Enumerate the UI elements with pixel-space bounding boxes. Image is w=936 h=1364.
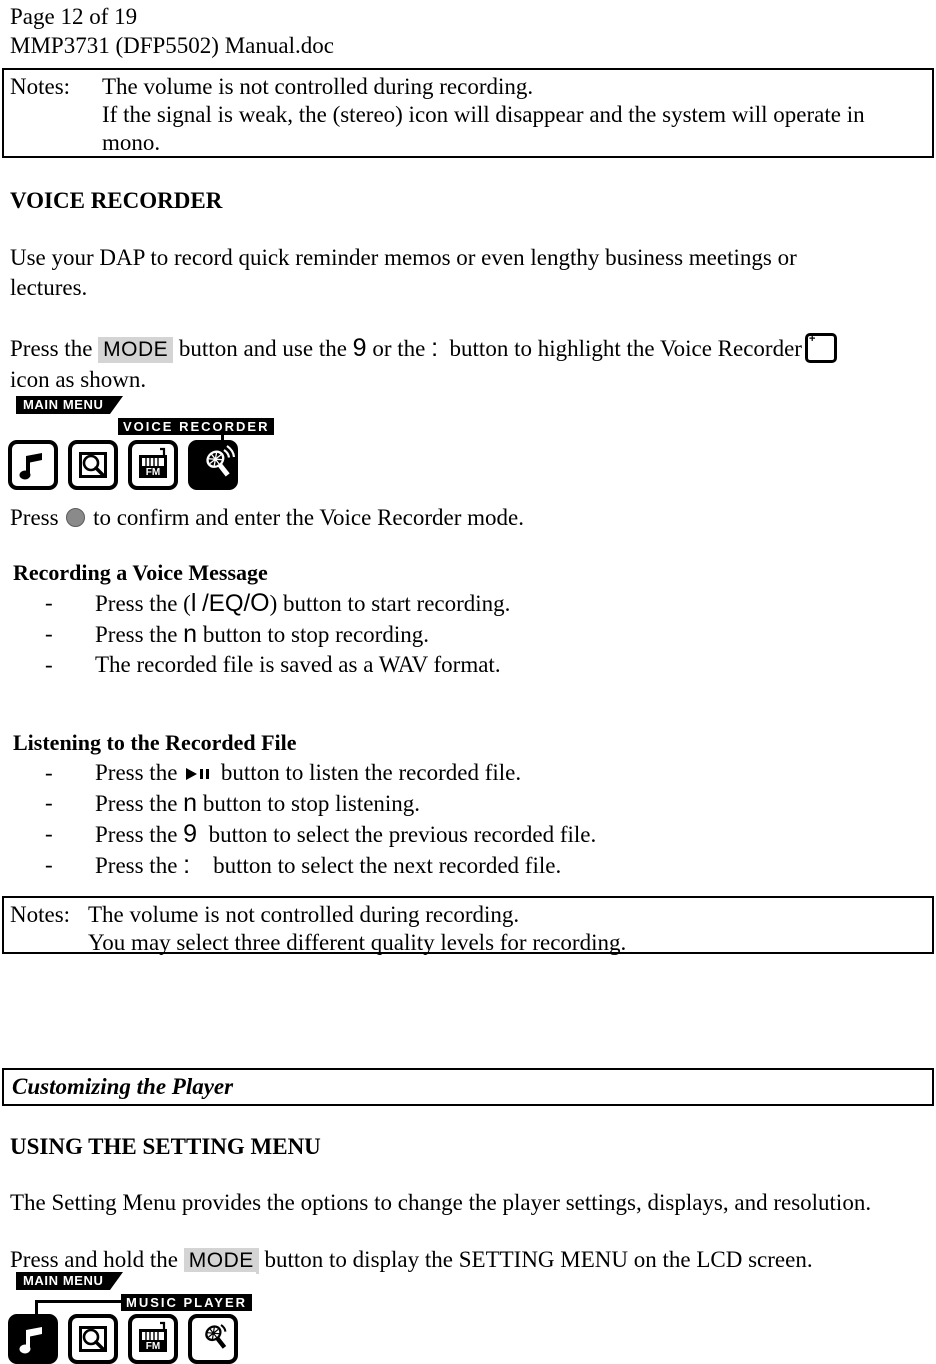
eq-label: /EQ/ [202, 590, 251, 617]
lcd-screen-voice-recorder: MAIN MENU VOICE RECORDER FM [8, 396, 275, 490]
notes-line: The volume is not controlled during reco… [102, 74, 534, 99]
heading-using-the-setting-menu: USING THE SETTING MENU [10, 1134, 321, 1159]
step-text-pre: Press the [95, 822, 178, 847]
lcd-icon-photo-browser[interactable] [68, 440, 118, 490]
setting-menu-paragraph: The Setting Menu provides the options to… [10, 1190, 872, 1215]
lcd-icon-fm-radio[interactable]: FM [128, 1314, 178, 1364]
press-mode-instruction: Press the MODE button and use the 9 or t… [10, 333, 837, 395]
next-arrow-symbol: : [183, 851, 191, 879]
notes-text: The volume is not controlled during reco… [88, 901, 932, 957]
confirm-button-icon[interactable] [66, 508, 86, 527]
list-dash: - [45, 821, 53, 846]
lcd-selection-label: MUSIC PLAYER [121, 1294, 253, 1311]
confirm-instruction: Press to confirm and enter the Voice Rec… [10, 503, 524, 532]
lcd-icon-fm-radio[interactable]: FM [128, 440, 178, 490]
list-item: - Press the button to listen the recorde… [45, 758, 596, 788]
section-bar-customizing-the-player: Customizing the Player [2, 1068, 934, 1106]
list-dash: - [45, 852, 53, 877]
step-text-pre: Press the [95, 622, 178, 647]
lcd-icon-row: FM [8, 1314, 238, 1364]
list-item: - The recorded file is saved as a WAV fo… [45, 650, 510, 680]
next-arrow-symbol: : [431, 334, 439, 362]
notes-label: Notes: [10, 74, 71, 99]
listening-steps-list: - Press the button to listen the recorde… [45, 758, 596, 881]
play-pause-icon [186, 767, 212, 781]
press-hold-mode-instruction: Press and hold the MODE button to displa… [10, 1245, 813, 1275]
intro-line: lectures. [10, 275, 88, 300]
notes-line: The volume is not controlled during reco… [88, 902, 520, 927]
notes-label: Notes: [10, 902, 71, 927]
heading-recording-a-voice-message: Recording a Voice Message [13, 560, 268, 585]
heading-voice-recorder: VOICE RECORDER [10, 188, 223, 213]
list-item: - Press the 9 button to select the previ… [45, 819, 596, 850]
list-dash: - [45, 621, 53, 646]
list-item: - Press the : button to select the next … [45, 850, 596, 881]
step-text-post: button to select the next recorded file. [213, 853, 562, 878]
step-text-post: button to listen the recorded file. [220, 760, 522, 785]
press-hold-text-2: button to display the SETTING MENU on th… [264, 1247, 813, 1272]
lcd-icon-row: FM [8, 440, 238, 490]
stop-symbol: n [183, 620, 198, 648]
mode-button-key[interactable]: MODE [183, 1248, 259, 1274]
press-mode-text-5: icon as shown. [10, 367, 147, 392]
prev-arrow-symbol: 9 [352, 334, 367, 362]
press-hold-text-1: Press and hold the [10, 1247, 179, 1272]
svg-text:FM: FM [146, 1341, 160, 1352]
document-file-name: MMP3731 (DFP5502) Manual.doc [10, 33, 334, 58]
notes-box-bottom: Notes: The volume is not controlled duri… [2, 896, 934, 957]
mode-button-key[interactable]: MODE [98, 337, 174, 363]
lcd-main-menu-tab: MAIN MENU [16, 396, 122, 414]
intro-line: Use your DAP to record quick reminder me… [10, 245, 797, 270]
step-text-post: button to stop recording. [202, 622, 429, 647]
list-item: - Press the (l /EQ/O) button to start re… [45, 588, 510, 619]
confirm-text-2: to confirm and enter the Voice Recorder … [93, 505, 524, 530]
step-text-post: ) button to start recording. [269, 591, 511, 616]
press-mode-text-3: or the [372, 336, 426, 361]
press-mode-text-4: button to highlight the Voice Recorder [449, 336, 802, 361]
heading-listening-to-the-recorded-file: Listening to the Recorded File [13, 730, 297, 755]
notes-line: mono. [102, 130, 161, 155]
record-symbol: O [250, 589, 270, 617]
step-text-pre: Press the [95, 791, 178, 816]
list-item: - Press the n button to stop recording. [45, 619, 510, 650]
notes-box-top: Notes: The volume is not controlled duri… [2, 68, 934, 158]
notes-line: If the signal is weak, the (stereo) icon… [102, 102, 865, 127]
stop-symbol: n [183, 789, 198, 817]
lcd-main-menu-tab: MAIN MENU [16, 1272, 122, 1290]
press-mode-text-1: Press the [10, 336, 93, 361]
list-dash: - [45, 590, 53, 615]
page-header: Page 12 of 19 MMP3731 (DFP5502) Manual.d… [10, 2, 334, 60]
prev-arrow-symbol: 9 [183, 820, 198, 848]
lcd-icon-photo-browser[interactable] [68, 1314, 118, 1364]
lcd-icon-voice-recorder[interactable] [188, 1314, 238, 1364]
confirm-text-1: Press [10, 505, 59, 530]
step-text-pre: Press the [95, 760, 178, 785]
lcd-icon-music-note[interactable] [8, 1314, 58, 1364]
svg-text:FM: FM [146, 467, 160, 478]
step-text-post: button to select the previous recorded f… [208, 822, 597, 847]
lcd-screen-music-player: MAIN MENU MUSIC PLAYER FM [8, 1272, 256, 1364]
notes-text: The volume is not controlled during reco… [102, 73, 932, 157]
list-item: - Press the n button to stop listening. [45, 788, 596, 819]
lcd-icon-music-note[interactable] [8, 440, 58, 490]
play-symbol: l [190, 589, 197, 617]
list-dash: - [45, 790, 53, 815]
lcd-selection-label: VOICE RECORDER [118, 418, 275, 435]
section-title: Customizing the Player [12, 1074, 234, 1099]
voice-recorder-intro: Use your DAP to record quick reminder me… [10, 243, 797, 303]
step-text-pre: Press the ( [95, 591, 191, 616]
press-mode-text-2: button and use the [178, 336, 347, 361]
step-text-pre: The recorded file is saved as a WAV form… [95, 652, 501, 677]
lcd-icon-voice-recorder[interactable] [188, 440, 238, 490]
notes-line: You may select three different quality l… [88, 930, 627, 955]
step-text-pre: Press the [95, 853, 178, 878]
page-number-label: Page 12 of 19 [10, 4, 138, 29]
list-dash: - [45, 760, 53, 785]
recording-steps-list: - Press the (l /EQ/O) button to start re… [45, 588, 510, 680]
manual-page: Page 12 of 19 MMP3731 (DFP5502) Manual.d… [0, 0, 936, 1364]
list-dash: - [45, 652, 53, 677]
step-text-post: button to stop listening. [202, 791, 421, 816]
voice-recorder-icon: + _ [804, 333, 837, 363]
